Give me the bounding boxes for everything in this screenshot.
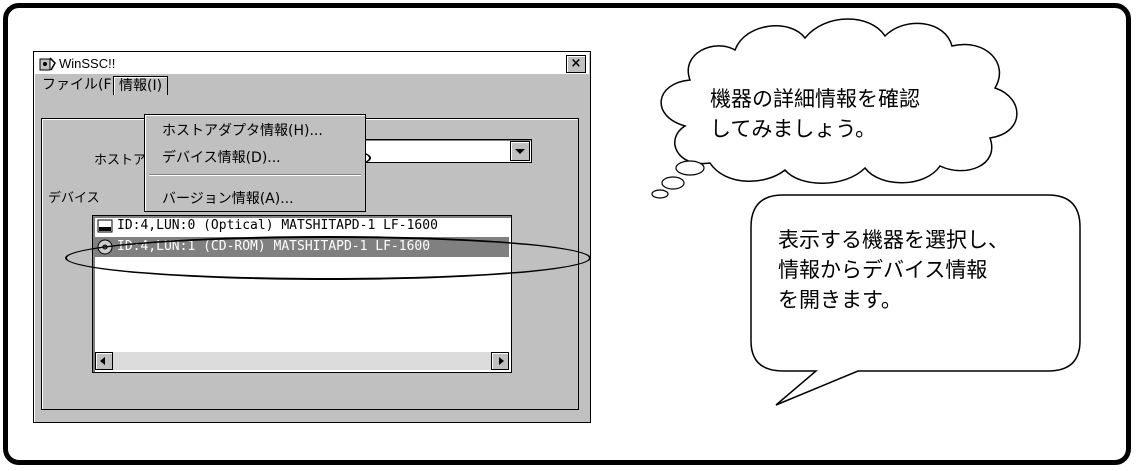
- close-button[interactable]: ×: [566, 55, 586, 73]
- menu-info[interactable]: 情報(I): [113, 76, 169, 95]
- menu-bar: ファイル(F) 情報(I): [35, 75, 589, 95]
- host-adapter-label: ホストア: [94, 153, 147, 168]
- menu-item-device-info[interactable]: デバイス情報(D)...: [162, 147, 281, 167]
- host-adapter-select[interactable]: [362, 139, 532, 163]
- menu-file[interactable]: ファイル(F): [37, 76, 122, 94]
- list-item[interactable]: ID:4,LUN:0 (Optical) MATSHITAPD-1 LF-160…: [95, 216, 509, 236]
- speech-line-3: を開きます。: [778, 288, 902, 312]
- optical-drive-icon: [97, 219, 113, 233]
- chevron-down-icon[interactable]: [510, 141, 530, 161]
- device-name: ID:4,LUN:0 (Optical) MATSHITAPD-1 LF-160…: [117, 218, 438, 233]
- scroll-left-icon[interactable]: [95, 352, 113, 370]
- window-title: WinSSC!!: [59, 56, 116, 71]
- speech-line-2: 情報からデバイス情報: [778, 258, 988, 282]
- speech-text: 表示する機器を選択し、 情報からデバイス情報 を開きます。: [778, 225, 1009, 315]
- device-label: デバイス: [48, 191, 100, 206]
- thought-line-1: 機器の詳細情報を確認: [710, 87, 920, 111]
- thought-text: 機器の詳細情報を確認 してみましょう。: [710, 84, 920, 144]
- horizontal-scrollbar[interactable]: [95, 352, 509, 370]
- menu-separator: [149, 174, 361, 176]
- app-icon: [39, 57, 56, 71]
- menu-item-version-info[interactable]: バージョン情報(A)...: [162, 188, 294, 208]
- highlight-ellipse-row: [65, 236, 591, 280]
- scroll-right-icon[interactable]: [491, 352, 509, 370]
- menu-item-host-adapter-info[interactable]: ホストアダプタ情報(H)...: [162, 120, 323, 140]
- thought-line-2: してみましょう。: [710, 117, 877, 141]
- title-bar: WinSSC!! ×: [35, 53, 589, 74]
- info-menu-dropdown: ホストアダプタ情報(H)... デバイス情報(D)... バージョン情報(A).…: [144, 114, 366, 212]
- speech-line-1: 表示する機器を選択し、: [778, 228, 1009, 252]
